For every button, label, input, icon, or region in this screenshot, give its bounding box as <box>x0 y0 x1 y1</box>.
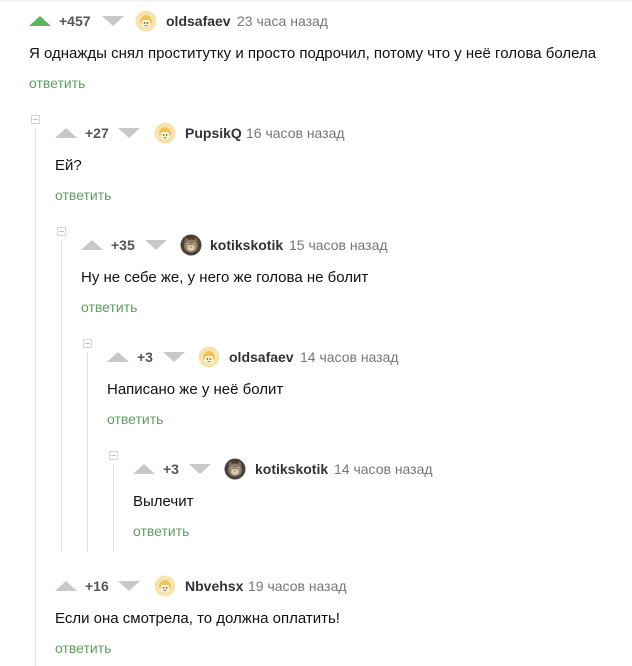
downvote-icon[interactable] <box>189 464 211 474</box>
downvote-icon[interactable] <box>118 581 140 591</box>
comment-rating: +3 <box>137 349 153 365</box>
cat-avatar-icon[interactable] <box>180 234 202 256</box>
comment-username[interactable]: Nbvehsx <box>185 575 243 597</box>
upvote-icon[interactable] <box>133 464 155 474</box>
comment-text: Если она смотрела, то должна оплатить! <box>55 610 340 627</box>
default-avatar-icon[interactable] <box>154 122 176 144</box>
collapse-thread-icon[interactable] <box>31 115 40 124</box>
collapse-thread-icon[interactable] <box>57 227 66 236</box>
thread-line-level-2 <box>61 240 62 552</box>
thread-line-level-3 <box>87 352 88 552</box>
comment-text: Ей? <box>55 157 82 174</box>
reply-link[interactable]: ответить <box>29 74 85 92</box>
upvote-icon[interactable] <box>81 240 103 250</box>
default-avatar-icon[interactable] <box>135 10 157 32</box>
upvote-icon[interactable] <box>55 581 77 591</box>
comment-username[interactable]: kotikskotik <box>255 458 328 480</box>
downvote-icon[interactable] <box>163 352 185 362</box>
comment-rating: +35 <box>111 237 135 253</box>
thread-line-level-4 <box>113 464 114 552</box>
comment-time[interactable]: 19 часов назад <box>248 575 347 597</box>
cat-avatar-icon[interactable] <box>224 458 246 480</box>
comment-time[interactable]: 23 часа назад <box>237 10 328 32</box>
comment-username[interactable]: oldsafaev <box>229 346 294 368</box>
upvote-icon[interactable] <box>55 128 77 138</box>
reply-link[interactable]: ответить <box>81 298 137 316</box>
downvote-icon[interactable] <box>118 128 140 138</box>
collapse-thread-icon[interactable] <box>83 339 92 348</box>
comment-username[interactable]: PupsikQ <box>185 122 242 144</box>
comment-time[interactable]: 14 часов назад <box>334 458 433 480</box>
default-avatar-icon[interactable] <box>154 575 176 597</box>
comment-time[interactable]: 16 часов назад <box>246 122 345 144</box>
comment-text: Я однажды снял проститутку и просто подр… <box>29 45 597 62</box>
default-avatar-icon[interactable] <box>198 346 220 368</box>
comment-rating: +457 <box>59 13 91 29</box>
reply-link[interactable]: ответить <box>55 186 111 204</box>
comment-time[interactable]: 15 часов назад <box>289 234 388 256</box>
comment-text: Написано же у неё болит <box>107 381 284 398</box>
thread-line-level-1 <box>35 128 36 666</box>
downvote-icon[interactable] <box>102 16 124 26</box>
comment-username[interactable]: oldsafaev <box>166 10 231 32</box>
comment-rating: +27 <box>85 125 109 141</box>
comment-time[interactable]: 14 часов назад <box>300 346 399 368</box>
reply-link[interactable]: ответить <box>107 410 163 428</box>
comment-username[interactable]: kotikskotik <box>210 234 283 256</box>
comment-thread: +457 oldsafaev 23 часа назад Я однажды с… <box>0 0 632 666</box>
comment-text: Ну не себе же, у него же голова не болит <box>81 269 369 286</box>
comment-rating: +3 <box>163 461 179 477</box>
collapse-thread-icon[interactable] <box>109 451 118 460</box>
comment-text: Вылечит <box>133 493 194 510</box>
upvote-icon[interactable] <box>29 16 51 26</box>
comment-rating: +16 <box>85 578 109 594</box>
downvote-icon[interactable] <box>145 240 167 250</box>
top-divider <box>0 0 632 2</box>
reply-link[interactable]: ответить <box>55 639 111 657</box>
upvote-icon[interactable] <box>107 352 129 362</box>
reply-link[interactable]: ответить <box>133 522 189 540</box>
